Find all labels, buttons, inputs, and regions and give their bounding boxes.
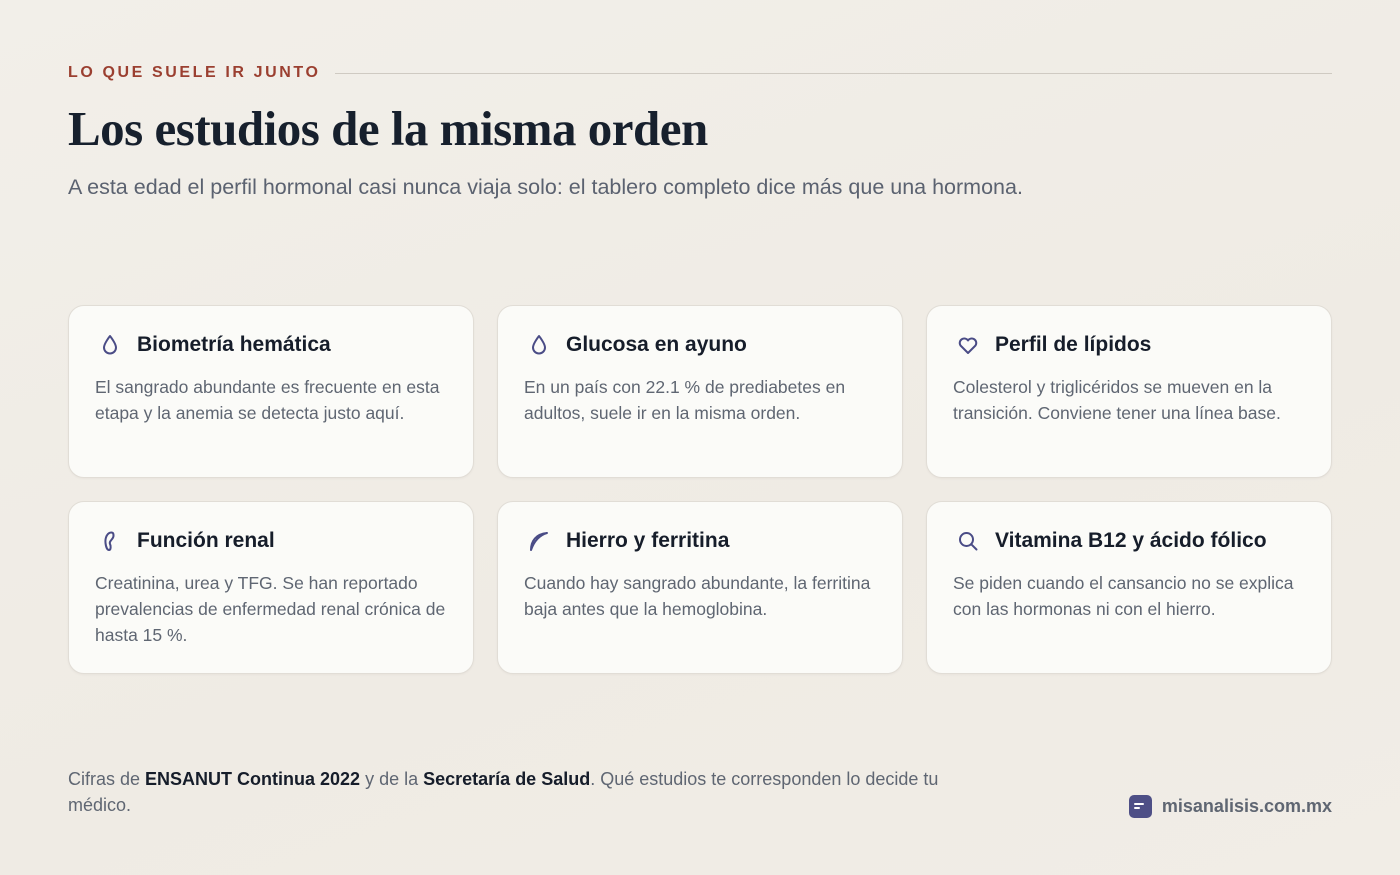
card-biometria: Biometría hemática El sangrado abundante… [68,305,474,478]
card-lipidos: Perfil de lípidos Colesterol y triglicér… [926,305,1332,478]
card-renal: Función renal Creatinina, urea y TFG. Se… [68,501,474,674]
card-header: Hierro y ferritina [524,526,876,556]
drop-icon [95,330,125,360]
card-description: En un país con 22.1 % de prediabetes en … [524,377,846,423]
brand-name: misanalisis.com.mx [1161,796,1332,816]
footnote-source: Secretaría de Salud [423,769,591,789]
study-cards-grid: Biometría hemática El sangrado abundante… [68,305,1332,674]
card-title: Vitamina B12 y ácido fólico [995,529,1267,552]
card-header: Glucosa en ayuno [524,330,876,360]
card-title: Biometría hemática [137,333,331,356]
card-description: El sangrado abundante es frecuente en es… [95,377,440,423]
card-title: Hierro y ferritina [566,529,730,552]
heart-icon [953,330,983,360]
drop-icon [524,330,554,360]
card-title: Glucosa en ayuno [566,333,747,356]
card-title: Función renal [137,529,275,552]
card-header: Vitamina B12 y ácido fólico [953,526,1305,556]
footnote: Cifras de ENSANUT Continua 2022 y de la … [68,766,958,818]
card-hierro: Hierro y ferritina Cuando hay sangrado a… [497,501,903,674]
card-header: Función renal [95,526,447,556]
footnote-text: Cifras de [68,769,146,789]
leaf-icon [524,526,554,556]
card-header: Biometría hemática [95,330,447,360]
page-subtitle: A esta edad el perfil hormonal casi nunc… [68,175,1023,199]
footnote-source: ENSANUT Continua 2022 [145,769,361,789]
card-description: Cuando hay sangrado abundante, la ferrit… [524,573,871,619]
card-glucosa: Glucosa en ayuno En un país con 22.1 % d… [497,305,903,478]
card-description: Se piden cuando el cansancio no se expli… [953,573,1294,619]
card-header: Perfil de lípidos [953,330,1305,360]
card-description: Colesterol y triglicéridos se mueven en … [953,377,1281,423]
brand-logo-icon [1128,795,1152,818]
search-icon [953,526,983,556]
footnote-text: y de la [360,769,424,789]
kidney-icon [95,526,125,556]
eyebrow-label: LO QUE SUELE IR JUNTO [68,64,321,81]
card-vitamina: Vitamina B12 y ácido fólico Se piden cua… [926,501,1332,674]
brand: misanalisis.com.mx [1128,795,1332,818]
card-description: Creatinina, urea y TFG. Se han reportado… [95,573,446,645]
card-title: Perfil de lípidos [995,333,1152,356]
eyebrow-divider [334,72,1332,74]
page-title: Los estudios de la misma orden [68,101,708,156]
eyebrow-row: LO QUE SUELE IR JUNTO [68,64,1332,82]
